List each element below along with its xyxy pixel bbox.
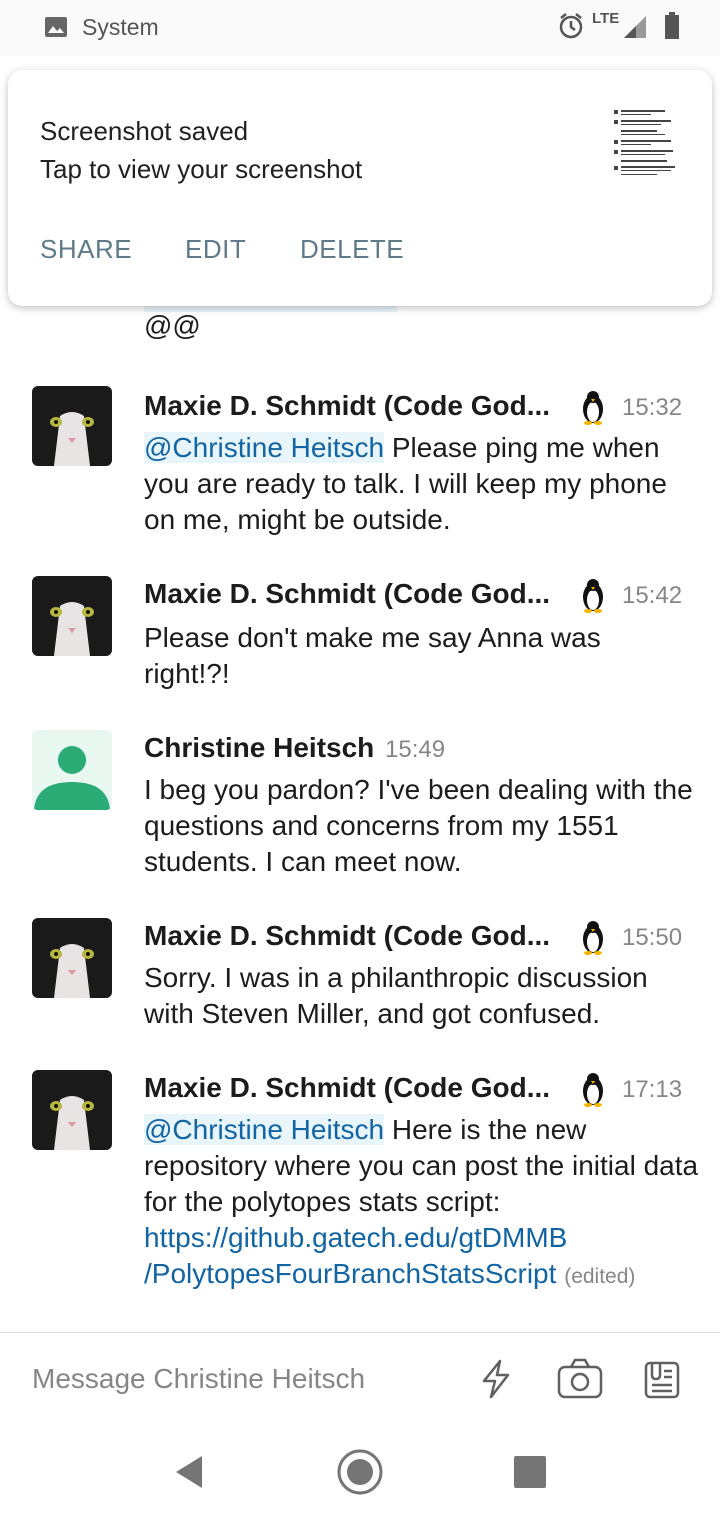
screenshot-thumbnail[interactable] (612, 106, 684, 182)
penguin-status-icon (578, 918, 608, 961)
home-icon[interactable] (336, 1448, 384, 1496)
back-icon[interactable] (172, 1454, 206, 1490)
partial-message-text: @@ (144, 310, 201, 341)
message-text: I beg you pardon? I've been dealing with… (144, 774, 693, 877)
penguin-status-icon (578, 1070, 608, 1113)
message-author[interactable]: Christine Heitsch (144, 732, 374, 764)
avatar[interactable] (32, 576, 112, 656)
message-author[interactable]: Maxie D. Schmidt (Code God... (144, 920, 550, 952)
files-button[interactable] (640, 1357, 684, 1401)
message-time: 15:42 (622, 582, 683, 609)
edit-button[interactable]: EDIT (185, 234, 246, 265)
edited-label: (edited) (564, 1265, 636, 1288)
avatar[interactable] (32, 918, 112, 998)
message-time: 17:13 (622, 1076, 683, 1103)
recent-apps-icon[interactable] (514, 1456, 546, 1488)
message-composer (0, 1332, 720, 1425)
message-text: Please don't make me say Anna was right!… (144, 622, 601, 689)
avatar[interactable] (32, 386, 112, 466)
lightning-icon (482, 1359, 510, 1399)
share-button[interactable]: SHARE (40, 234, 132, 265)
message-text: Sorry. I was in a philanthropic discussi… (144, 962, 648, 1029)
message-input[interactable] (32, 1359, 432, 1399)
message-author[interactable]: Maxie D. Schmidt (Code God... (144, 578, 550, 610)
repository-link[interactable]: https://github.gatech.edu/gtDMMB (144, 1222, 567, 1253)
message-time: 15:49 (385, 736, 446, 763)
camera-button[interactable] (556, 1357, 603, 1401)
penguin-status-icon (578, 388, 608, 431)
delete-button[interactable]: DELETE (300, 234, 404, 265)
message-author[interactable]: Maxie D. Schmidt (Code God... (144, 390, 550, 422)
screenshot-notification[interactable]: Screenshot saved Tap to view your screen… (8, 70, 712, 306)
message-body: @Christine Heitsch Here is the new repos… (144, 1112, 704, 1295)
avatar[interactable] (32, 730, 112, 810)
notification-subtitle: Tap to view your screenshot (40, 154, 363, 184)
message-author[interactable]: Maxie D. Schmidt (Code God... (144, 1072, 550, 1104)
navigation-bar (0, 1424, 720, 1520)
camera-icon (557, 1358, 603, 1399)
penguin-status-icon (578, 576, 608, 619)
repository-link-continued[interactable]: /PolytopesFourBranchStatsScript (144, 1258, 556, 1289)
notification-title: Screenshot saved (40, 116, 249, 146)
user-mention[interactable]: @Christine Heitsch (144, 432, 385, 463)
user-mention[interactable]: @Christine Heitsch (144, 1114, 385, 1145)
message-body: @Christine Heitsch Please ping me when y… (144, 430, 704, 538)
avatar[interactable] (32, 1070, 112, 1150)
message-time: 15:50 (622, 924, 683, 951)
message-time: 15:32 (622, 394, 683, 421)
clipboard-icon (644, 1361, 680, 1399)
shortcuts-button[interactable] (474, 1357, 518, 1401)
